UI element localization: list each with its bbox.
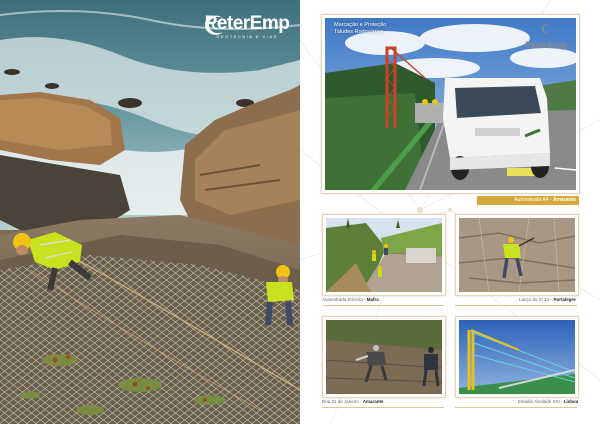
- brand-logo: PeterEmp GEOTECNIA E VIAS: [199, 12, 295, 40]
- brochure-spread: PeterEmp GEOTECNIA E VIAS Marcação e Pro…: [0, 0, 600, 424]
- photo3-caption-rule: [322, 407, 444, 408]
- photo2-caption-city: Portalegre: [553, 297, 576, 302]
- left-page-cover-photo: PeterEmp GEOTECNIA E VIAS: [0, 0, 300, 424]
- photo3-caption: Rua 31 de Janeiro - Amarante: [322, 399, 384, 404]
- photo2-caption-rule: [455, 305, 577, 306]
- main-photo-caption: Autoestrada A4 - Amarante: [477, 196, 579, 205]
- photo1-caption-place: Autoestrada Ericeira -: [322, 297, 367, 302]
- photo-frame-4: [455, 316, 579, 398]
- photo1-caption-city: Mafra: [366, 297, 379, 302]
- photo2-caption-place: Lanço do IC 13 -: [519, 297, 554, 302]
- main-caption-place: Autoestrada A4 -: [514, 197, 553, 203]
- photo3-caption-city: Amarante: [362, 399, 384, 404]
- photo1-caption-rule: [322, 305, 444, 306]
- rock-face-photo: [459, 218, 575, 292]
- watermark-name: PeterEmp: [524, 40, 568, 50]
- cliff-workers-photo: [326, 320, 442, 394]
- photo-overlay-title: Marcação e Proteção Taludes Rodoviários: [334, 22, 387, 35]
- coastal-cliff-photo: [0, 0, 300, 424]
- photo-frame-3: [322, 316, 446, 398]
- photo4-caption: Estádio Alvalade XXI - Lisboa: [518, 399, 578, 404]
- stadium-structure-photo: [459, 320, 575, 394]
- photo4-caption-rule: [455, 407, 577, 408]
- photo1-caption: Autoestrada Ericeira - Mafra: [322, 297, 379, 302]
- photo-watermark-logo: PeterEmp: [520, 22, 572, 50]
- photo4-caption-city: Lisboa: [563, 399, 579, 404]
- swirl-logo-icon: [541, 24, 551, 34]
- swirl-logo-icon: [205, 15, 223, 35]
- rural-slope-photo: [326, 218, 442, 292]
- photo-frame-2: [455, 214, 579, 296]
- photo2-caption: Lanço do IC 13 - Portalegre: [519, 297, 576, 302]
- photo3-caption-place: Rua 31 de Janeiro -: [322, 399, 363, 404]
- photo4-caption-place: Estádio Alvalade XXI -: [518, 399, 564, 404]
- photo-frame-1: [322, 214, 446, 296]
- main-caption-city: Amarante: [552, 197, 576, 203]
